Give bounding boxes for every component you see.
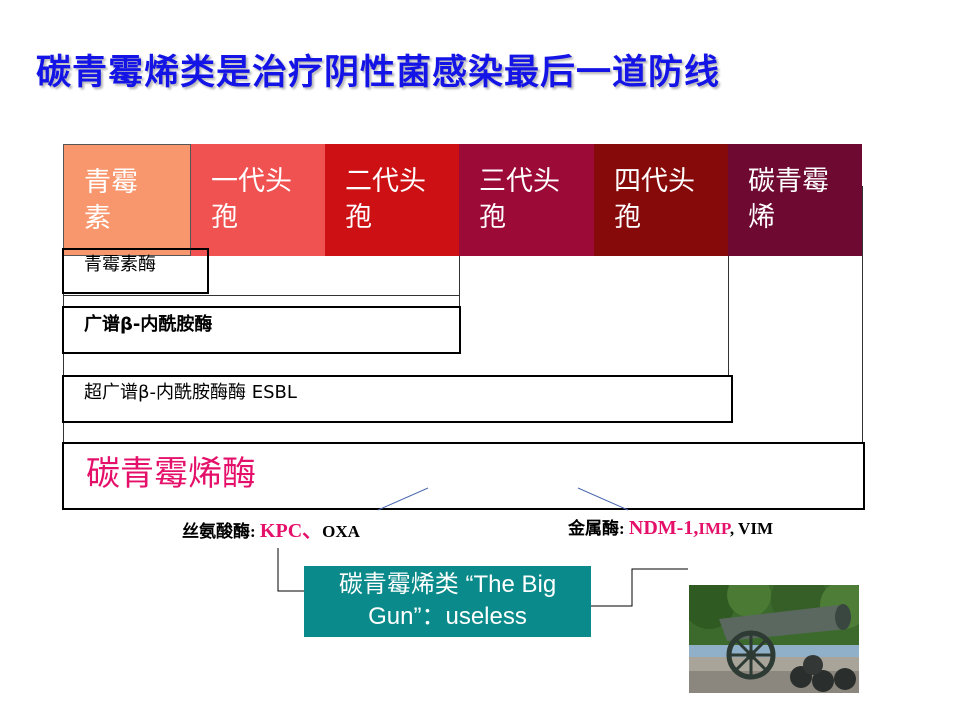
gen-cell-4th: 四代头孢	[594, 144, 728, 256]
gen-cell-3rd: 三代头孢	[459, 144, 594, 256]
metallo-rest: , VIM	[729, 519, 773, 538]
cannon-photo	[689, 585, 859, 693]
big-gun-callout: 碳青霉烯类 “The Big Gun”：useless	[304, 566, 591, 637]
gen-label-1st: 一代头孢	[211, 166, 292, 233]
metallo-enzyme-line: 金属酶: NDM-1,IMP, VIM	[568, 514, 773, 540]
callout-connector-right	[591, 568, 688, 607]
grid-line	[728, 256, 729, 376]
esbl-label: 超广谱β-内酰胺酶酶 ESBL	[84, 382, 297, 403]
grid-line	[63, 295, 459, 296]
metallo-enzyme-label: 金属酶:	[568, 519, 625, 538]
gen-cell-2nd: 二代头孢	[325, 144, 459, 256]
metallo-ndm: NDM-1,	[628, 517, 699, 539]
grid-line	[862, 186, 863, 444]
gen-label-penicillin: 青霉素	[84, 167, 138, 234]
gen-cell-1st: 一代头孢	[191, 144, 325, 256]
gen-cell-carbapenem: 碳青霉烯	[728, 144, 862, 256]
gen-label-carbapenem: 碳青霉烯	[748, 166, 829, 233]
serine-types: KPC、	[259, 520, 323, 542]
cannon-illustration	[689, 585, 859, 693]
serine-enzyme-line: 丝氨酸酶: KPC、OXA	[182, 514, 360, 543]
metallo-imp: IMP	[698, 519, 730, 538]
callout-line-2: Gun”：useless	[368, 603, 527, 630]
penicillinase-label: 青霉素酶	[84, 254, 156, 275]
gen-label-2nd: 二代头孢	[345, 166, 426, 233]
carbapenemase-label: 碳青霉烯酶	[86, 454, 256, 494]
gen-label-4th: 四代头孢	[614, 166, 695, 233]
callout-connector-left	[277, 548, 304, 592]
page-title: 碳青霉烯类是治疗阴性菌感染最后一道防线	[36, 53, 721, 93]
serine-enzyme-label: 丝氨酸酶:	[182, 522, 256, 541]
gen-label-3rd: 三代头孢	[479, 166, 560, 233]
broad-spectrum-label: 广谱β-内酰胺酶	[84, 314, 213, 335]
serine-types-oxa: OXA	[322, 522, 360, 541]
gen-cell-penicillin: 青霉素	[63, 144, 191, 256]
callout-line-1: 碳青霉烯类 “The Big	[338, 571, 557, 598]
grid-line	[459, 256, 460, 310]
